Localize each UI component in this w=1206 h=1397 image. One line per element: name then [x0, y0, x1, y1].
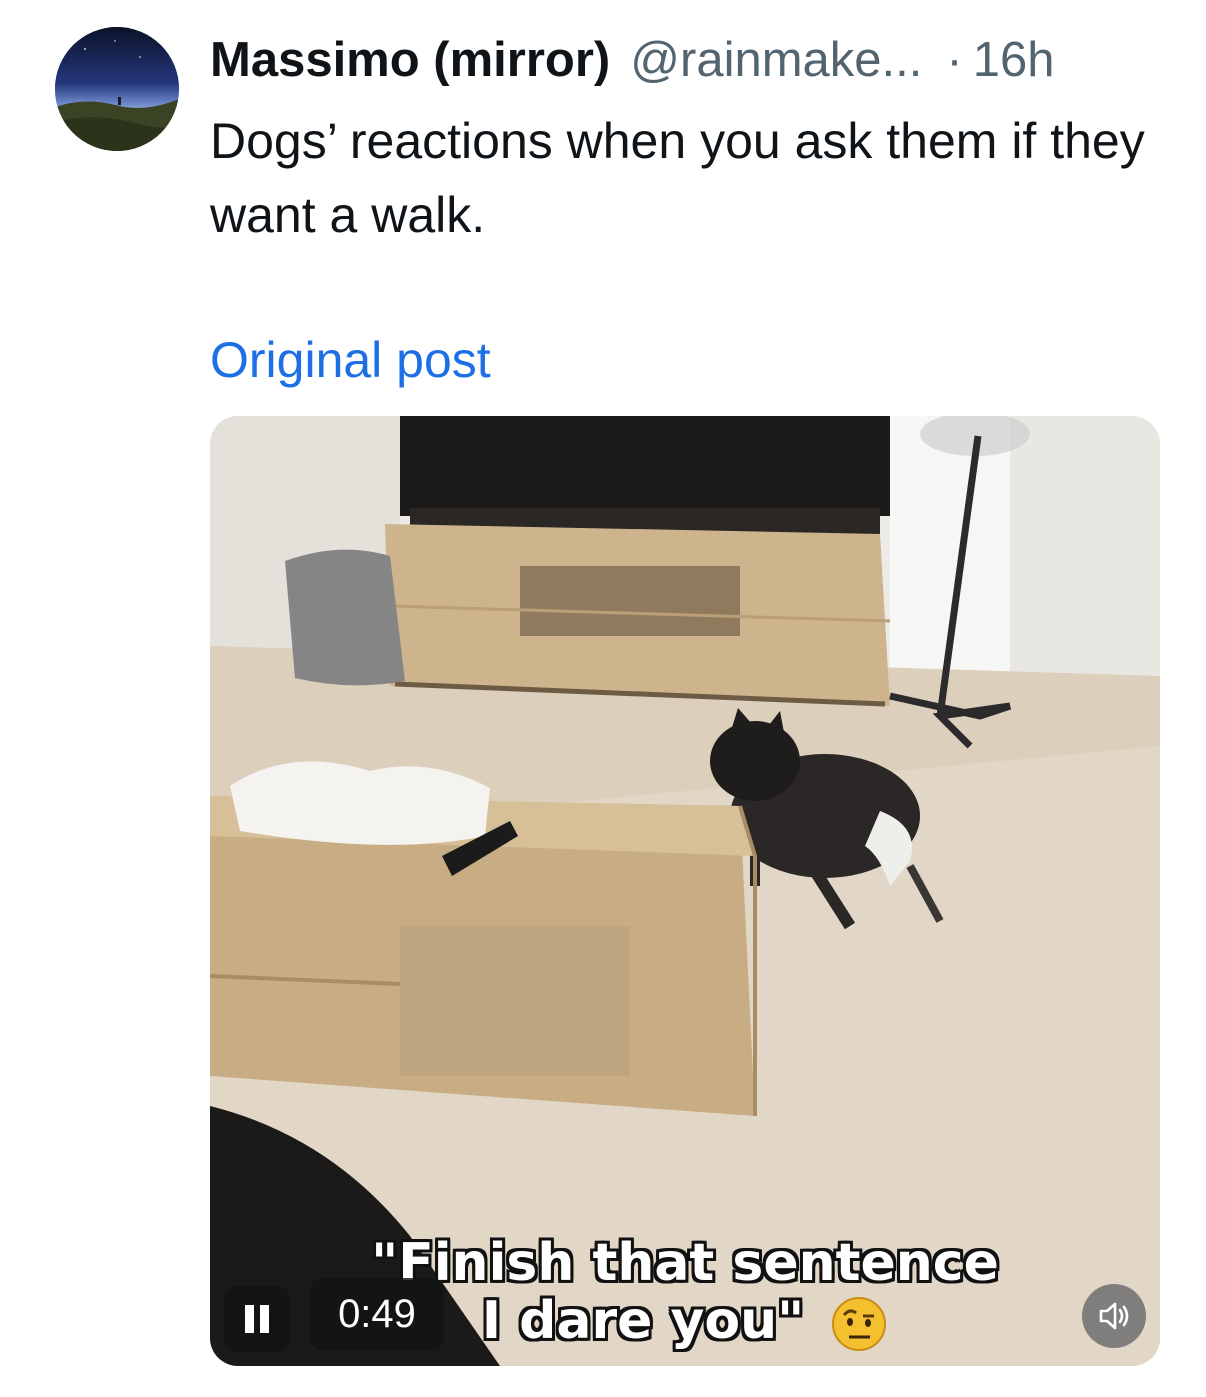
author-handle[interactable]: @rainmake... [630, 30, 922, 90]
pause-icon-bar [260, 1305, 269, 1333]
post-card: Massimo (mirror) @rainmake... · 16h Dogs… [0, 0, 1206, 1397]
post-timestamp[interactable]: 16h [973, 30, 1055, 90]
video-player[interactable]: "Finish that sentence I dare you" 0:49 [210, 416, 1160, 1366]
original-post-link[interactable]: Original post [210, 328, 491, 392]
pause-button[interactable] [224, 1286, 290, 1352]
avatar[interactable] [55, 27, 179, 151]
pause-icon [245, 1305, 254, 1333]
avatar-night-sky-icon [55, 27, 179, 151]
video-caption-text: I dare you" [481, 1291, 805, 1351]
header-separator: · [946, 33, 963, 87]
author-name[interactable]: Massimo (mirror) [210, 30, 610, 90]
post-header: Massimo (mirror) @rainmake... · 16h [210, 30, 1170, 90]
raised-eyebrow-emoji-icon [832, 1297, 887, 1351]
post-text: Dogs’ reactions when you ask them if the… [210, 113, 1145, 243]
video-frame [210, 416, 1160, 1366]
speaker-icon [1099, 1302, 1129, 1330]
video-time-remaining: 0:49 [310, 1278, 444, 1350]
sound-toggle-button[interactable] [1082, 1284, 1146, 1348]
